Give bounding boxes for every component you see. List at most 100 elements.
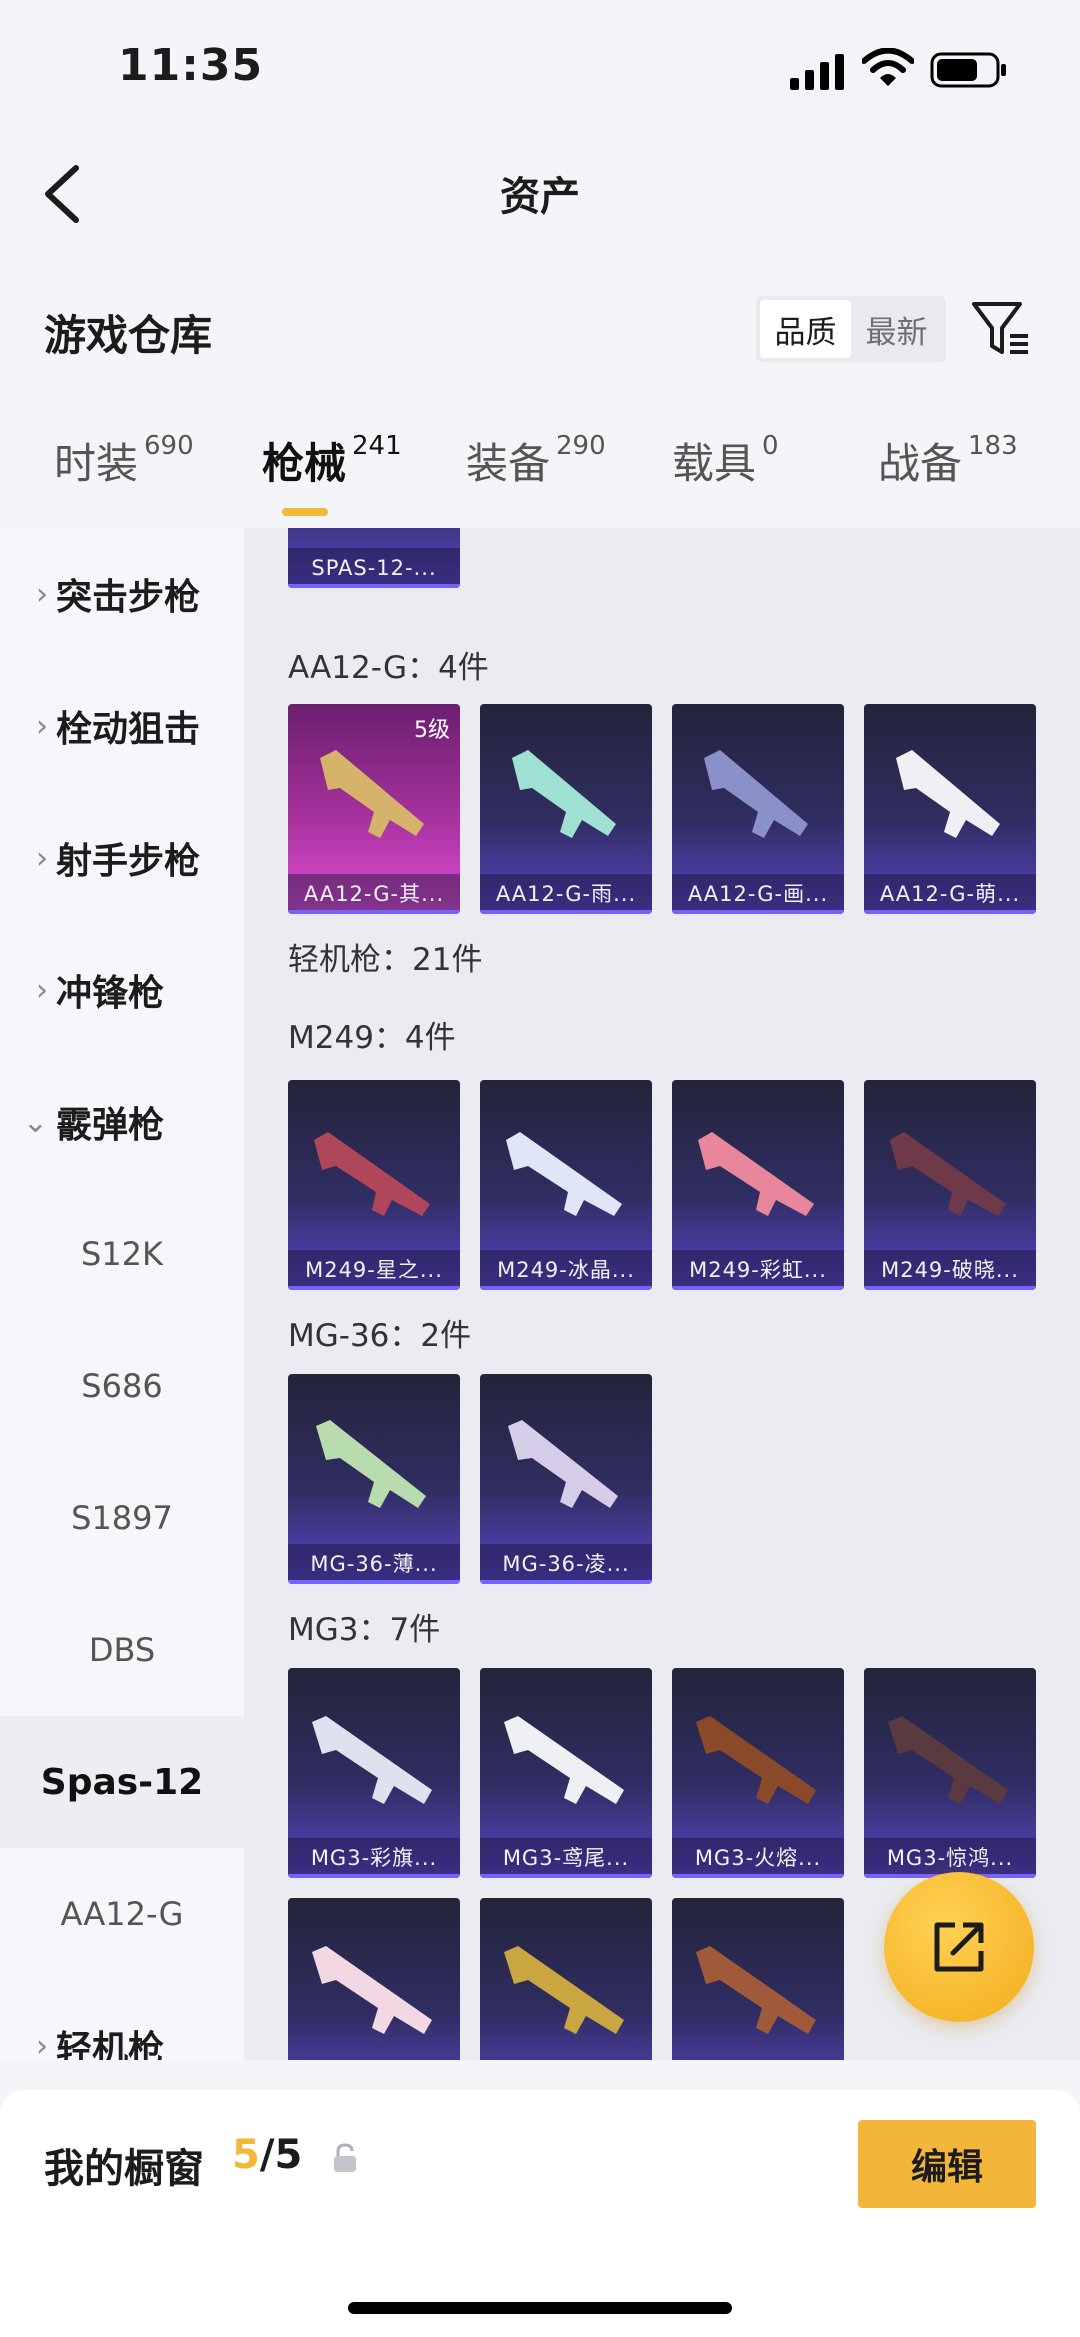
active-tab-indicator bbox=[282, 508, 328, 516]
weapon-card-label: M249-冰晶... bbox=[480, 1250, 652, 1290]
tab-vehicles[interactable]: 载具 0 bbox=[672, 430, 779, 520]
group-title-mg3: MG3：7件 bbox=[288, 1612, 441, 1648]
weapon-card[interactable] bbox=[480, 1898, 652, 2060]
status-time: 11:35 bbox=[118, 40, 264, 91]
filter-icon[interactable] bbox=[970, 298, 1032, 358]
weapon-card[interactable]: M249-破晓... bbox=[864, 1080, 1036, 1290]
weapon-card[interactable]: M249-冰晶... bbox=[480, 1080, 652, 1290]
weapon-card-label: AA12-G-画... bbox=[672, 874, 844, 914]
weapon-card-label: M249-破晓... bbox=[864, 1250, 1036, 1290]
gun-icon bbox=[312, 1716, 432, 1804]
gun-icon bbox=[890, 1132, 1006, 1216]
sidebar-sub-s1897[interactable]: S1897 bbox=[0, 1452, 244, 1584]
edit-button[interactable]: 编辑 bbox=[858, 2120, 1036, 2208]
weapon-card[interactable]: AA12-G-萌... bbox=[864, 704, 1036, 914]
weapon-card-label: AA12-G-雨... bbox=[480, 874, 652, 914]
weapon-card-label: MG-36-薄... bbox=[288, 1544, 460, 1584]
sidebar-item-marksman-rifle[interactable]: › 射手步枪 bbox=[0, 792, 244, 924]
status-bar: 11:35 bbox=[0, 0, 1080, 140]
weapon-card-label: MG3-彩旗... bbox=[288, 1838, 460, 1878]
weapon-card[interactable]: MG-36-薄... bbox=[288, 1374, 460, 1584]
signal-icon bbox=[790, 54, 844, 90]
weapon-card[interactable]: AA12-G-画... bbox=[672, 704, 844, 914]
sidebar-sub-s12k[interactable]: S12K bbox=[0, 1188, 244, 1320]
share-button[interactable] bbox=[884, 1872, 1034, 2022]
nav-bar: 资产 bbox=[0, 140, 1080, 250]
weapon-card-label: SPAS-12-... bbox=[288, 548, 460, 588]
chevron-right-icon: › bbox=[36, 576, 48, 612]
weapon-card[interactable] bbox=[288, 1898, 460, 2060]
battery-icon bbox=[930, 52, 1006, 88]
sidebar-item-lmg[interactable]: › 轻机枪 bbox=[0, 1980, 244, 2061]
gun-icon bbox=[504, 1716, 624, 1804]
group-title-aa12g: AA12-G：4件 bbox=[288, 650, 489, 686]
chevron-right-icon: › bbox=[36, 708, 48, 744]
gun-icon bbox=[896, 750, 1000, 838]
sidebar-sub-dbs[interactable]: DBS bbox=[0, 1584, 244, 1716]
group-title-lmg: 轻机枪：21件 bbox=[288, 942, 483, 978]
weapon-card[interactable]: MG3-火熔... bbox=[672, 1668, 844, 1878]
weapon-card[interactable]: MG3-惊鸿... bbox=[864, 1668, 1036, 1878]
showcase-label: 我的橱窗 bbox=[44, 2146, 204, 2192]
category-tabs: 时装 690 枪械 241 装备 290 载具 0 战备 183 bbox=[0, 430, 1080, 530]
sidebar-sub-aa12g[interactable]: AA12-G bbox=[0, 1848, 244, 1980]
gun-icon bbox=[512, 750, 616, 838]
gun-icon bbox=[698, 1132, 814, 1216]
tab-supplies[interactable]: 战备 183 bbox=[878, 430, 1018, 520]
gun-icon bbox=[320, 750, 424, 838]
weapon-card[interactable]: MG3-鸢尾... bbox=[480, 1668, 652, 1878]
sort-quality[interactable]: 品质 bbox=[760, 300, 851, 358]
sidebar-item-bolt-sniper[interactable]: › 栓动狙击 bbox=[0, 660, 244, 792]
gun-icon bbox=[888, 1716, 1008, 1804]
tab-firearms[interactable]: 枪械 241 bbox=[262, 430, 402, 520]
weapon-card-label: MG3-鸢尾... bbox=[480, 1838, 652, 1878]
gun-icon bbox=[314, 1132, 430, 1216]
showcase-current: 5 bbox=[232, 2132, 260, 2178]
weapon-card-label: MG-36-凌... bbox=[480, 1544, 652, 1584]
chevron-right-icon: › bbox=[36, 972, 48, 1008]
weapon-card[interactable]: 5级 AA12-G-其... bbox=[288, 704, 460, 914]
sidebar-item-assault-rifle[interactable]: › 突击步枪 bbox=[0, 528, 244, 660]
chevron-right-icon: › bbox=[36, 840, 48, 876]
weapon-category-sidebar: › 突击步枪 › 栓动狙击 › 射手步枪 › 冲锋枪 ⌄ 霰弹枪 S12K S686 S1… bbox=[0, 528, 244, 2060]
weapon-card-label: AA12-G-其... bbox=[288, 874, 460, 914]
weapon-card[interactable]: M249-彩虹... bbox=[672, 1080, 844, 1290]
gun-icon bbox=[506, 1132, 622, 1216]
weapon-card-label: M249-彩虹... bbox=[672, 1250, 844, 1290]
weapon-card[interactable]: AA12-G-雨... bbox=[480, 704, 652, 914]
tab-equipment[interactable]: 装备 290 bbox=[466, 430, 606, 520]
weapon-card-label: M249-星之... bbox=[288, 1250, 460, 1290]
wifi-icon bbox=[862, 48, 914, 86]
weapon-card[interactable]: M249-星之... bbox=[288, 1080, 460, 1290]
group-title-m249: M249：4件 bbox=[288, 1020, 456, 1056]
gun-icon bbox=[508, 1420, 618, 1508]
chevron-right-icon: › bbox=[36, 2028, 48, 2061]
page-title: 资产 bbox=[500, 174, 580, 220]
tab-fashion[interactable]: 时装 690 bbox=[54, 430, 194, 520]
weapon-card[interactable]: MG3-彩旗... bbox=[288, 1668, 460, 1878]
chevron-down-icon: ⌄ bbox=[22, 1104, 48, 1140]
sidebar-sub-s686[interactable]: S686 bbox=[0, 1320, 244, 1452]
warehouse-title: 游戏仓库 bbox=[44, 311, 213, 360]
sidebar-sub-spas12[interactable]: Spas-12 bbox=[0, 1716, 244, 1848]
sidebar-item-shotgun[interactable]: ⌄ 霰弹枪 bbox=[0, 1056, 244, 1188]
share-icon bbox=[934, 1922, 984, 1972]
group-title-mg36: MG-36：2件 bbox=[288, 1318, 472, 1354]
sort-latest[interactable]: 最新 bbox=[851, 300, 942, 358]
showcase-total: /5 bbox=[259, 2132, 303, 2178]
gun-icon bbox=[696, 1716, 816, 1804]
gun-icon bbox=[312, 1946, 432, 2034]
lock-icon bbox=[334, 2143, 356, 2172]
weapon-card[interactable]: SPAS-12-... bbox=[288, 528, 460, 588]
weapon-card[interactable]: MG-36-凌... bbox=[480, 1374, 652, 1584]
weapon-card-label: AA12-G-萌... bbox=[864, 874, 1036, 914]
level-badge: 5级 bbox=[414, 718, 450, 743]
sidebar-item-smg[interactable]: › 冲锋枪 bbox=[0, 924, 244, 1056]
weapon-card-label: MG3-火熔... bbox=[672, 1838, 844, 1878]
gun-icon bbox=[504, 1946, 624, 2034]
showcase-bar: 我的橱窗 5/5 编辑 bbox=[0, 2090, 1080, 2337]
weapon-card[interactable] bbox=[672, 1898, 844, 2060]
gun-icon bbox=[316, 1420, 426, 1508]
gun-icon bbox=[704, 750, 808, 838]
home-indicator bbox=[348, 2302, 732, 2314]
